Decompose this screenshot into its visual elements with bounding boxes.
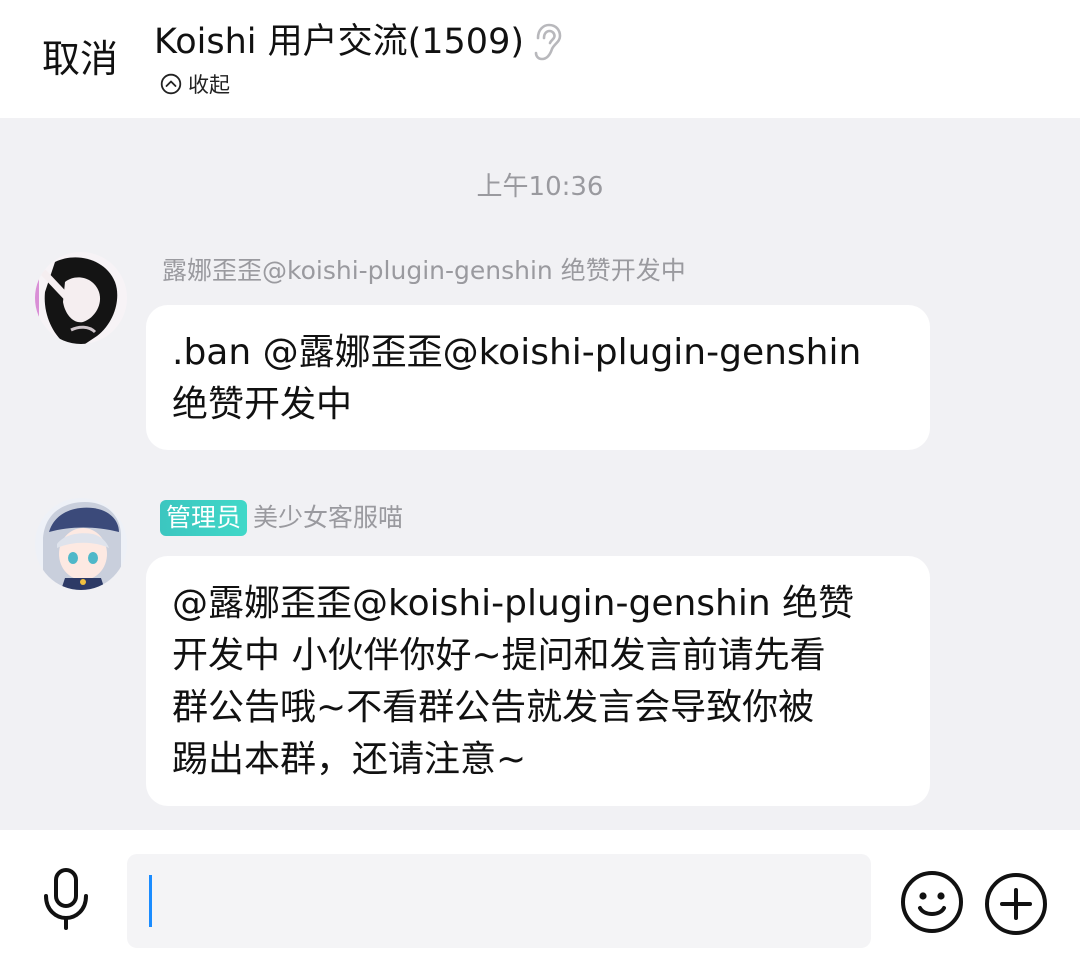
chevron-up-circle-icon — [160, 73, 182, 95]
collapse-label: 收起 — [188, 73, 230, 97]
avatar[interactable] — [35, 498, 127, 590]
message-text-line: 绝赞开发中 — [172, 384, 353, 425]
admin-badge: 管理员 — [160, 500, 248, 536]
message-sender-row: 管理员 美少女客服喵 — [160, 498, 403, 536]
message-bubble[interactable]: @露娜歪歪@koishi-plugin-genshin 绝赞 开发中 小伙伴你好… — [146, 556, 930, 806]
message-text-line: .ban @露娜歪歪@koishi-plugin-genshin — [172, 332, 862, 373]
cancel-button[interactable]: 取消 — [42, 34, 118, 84]
message-sender: 美少女客服喵 — [253, 503, 404, 532]
smiley-icon[interactable] — [900, 870, 964, 934]
message-timestamp: 上午10:36 — [476, 172, 604, 202]
message-sender: 露娜歪歪@koishi-plugin-genshin 绝赞开发中 — [162, 256, 686, 285]
collapse-toggle[interactable]: 收起 — [160, 70, 230, 98]
message-bubble[interactable]: .ban @露娜歪歪@koishi-plugin-genshin 绝赞开发中 — [146, 305, 930, 450]
plus-circle-icon[interactable] — [984, 872, 1048, 936]
chat-title[interactable]: Koishi 用户交流(1509) — [154, 18, 524, 66]
message-text-line: @露娜歪歪@koishi-plugin-genshin 绝赞 — [172, 583, 855, 624]
input-bar — [0, 830, 1080, 971]
message-text-line: 开发中 小伙伴你好~提问和发言前请先看 — [172, 635, 826, 676]
text-caret — [149, 875, 152, 927]
microphone-icon[interactable] — [38, 866, 94, 930]
message-list[interactable]: 上午10:36 露娜歪歪@koishi-plugin-genshin 绝赞开发中… — [0, 118, 1080, 830]
message-input[interactable] — [127, 854, 871, 948]
message-text-line: 群公告哦~不看群公告就发言会导致你被 — [172, 687, 815, 728]
message-text-line: 踢出本群，还请注意~ — [172, 739, 527, 780]
chat-header: 取消 Koishi 用户交流(1509) 收起 — [0, 0, 1080, 118]
ear-icon[interactable] — [530, 22, 564, 62]
avatar[interactable] — [35, 252, 127, 344]
